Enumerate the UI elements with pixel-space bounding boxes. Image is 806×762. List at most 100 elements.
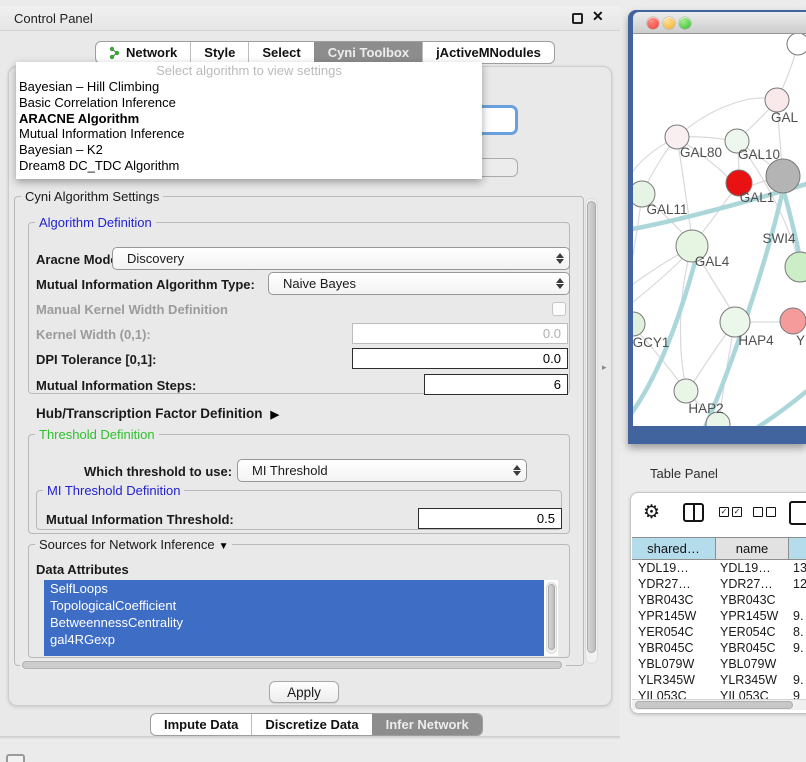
cell-value[interactable]: [789, 656, 806, 672]
tab-discretize-data[interactable]: Discretize Data: [251, 714, 371, 735]
cell-name[interactable]: YPR145W: [716, 608, 789, 624]
table-row[interactable]: YDR27…YDR27…12: [632, 576, 806, 592]
network-edge[interactable]: [681, 246, 692, 382]
hub-definition-toggle[interactable]: Hub/Transcription Factor Definition▶: [36, 406, 279, 421]
network-view-window[interactable]: GALGAL80GAL10GAL1GAL11GAL4SWI4HAP4YGCY1H…: [628, 10, 806, 444]
tab-network[interactable]: Network: [96, 42, 190, 63]
table-row[interactable]: YDL19…YDL19…13: [632, 560, 806, 576]
network-node-node-gray[interactable]: [766, 159, 800, 193]
settings-hscrollbar[interactable]: [20, 660, 566, 670]
table-settings-gear-icon[interactable]: ⚙: [643, 501, 660, 524]
cell-name[interactable]: YBR043C: [716, 592, 789, 608]
cell-value[interactable]: [789, 592, 806, 608]
cell-name[interactable]: YBR045C: [716, 640, 789, 656]
tab-infer-network[interactable]: Infer Network: [372, 714, 482, 735]
network-edge[interactable]: [747, 386, 806, 426]
cell-shared-name[interactable]: YDL19…: [632, 560, 716, 576]
cell-shared-name[interactable]: YBR043C: [632, 592, 716, 608]
dropdown-item-basic-correlation[interactable]: Basic Correlation Inference: [16, 95, 482, 111]
cell-shared-name[interactable]: YPR145W: [632, 608, 716, 624]
network-edge[interactable]: [703, 190, 783, 426]
table-row[interactable]: YER054CYER054C8.: [632, 624, 806, 640]
aracne-mode-combobox[interactable]: Discovery: [112, 247, 570, 270]
mi-algorithm-type-combobox[interactable]: Naive Bayes: [268, 272, 570, 295]
corner-dock-icon[interactable]: [6, 754, 25, 762]
tab-style[interactable]: Style: [190, 42, 248, 63]
export-table-icon[interactable]: [789, 501, 806, 525]
cell-value[interactable]: 9.: [789, 608, 806, 624]
cell-shared-name[interactable]: YER054C: [632, 624, 716, 640]
which-threshold-combobox[interactable]: MI Threshold: [237, 459, 527, 482]
attribute-item-topologicalcoefficient[interactable]: TopologicalCoefficient: [44, 597, 544, 614]
close-window-button[interactable]: [647, 17, 659, 29]
cell-value[interactable]: 9.: [789, 672, 806, 688]
table-hscrollbar[interactable]: [632, 699, 806, 710]
mi-threshold-field[interactable]: 0.5: [418, 508, 562, 529]
table-row[interactable]: YPR145WYPR145W9.: [632, 608, 806, 624]
attributes-scrollbar[interactable]: [546, 582, 557, 654]
table-row[interactable]: YBL079WYBL079W: [632, 656, 806, 672]
tab-impute-data[interactable]: Impute Data: [151, 714, 251, 735]
cell-name[interactable]: YDL19…: [716, 560, 789, 576]
network-node-GAL[interactable]: [765, 88, 789, 112]
column-header-name[interactable]: name: [716, 538, 789, 559]
cell-name[interactable]: YER054C: [716, 624, 789, 640]
hide-columns-icon[interactable]: [753, 507, 776, 517]
cell-value[interactable]: 8.: [789, 624, 806, 640]
dropdown-item-bayesian-k2[interactable]: Bayesian – K2: [16, 142, 482, 158]
cell-shared-name[interactable]: YLR345W: [632, 672, 716, 688]
apply-button[interactable]: Apply: [269, 681, 339, 703]
network-node-node-top[interactable]: [787, 34, 806, 55]
cell-value[interactable]: 13: [789, 560, 806, 576]
tab-cyni-toolbox[interactable]: Cyni Toolbox: [314, 42, 422, 63]
column-header-shared-name[interactable]: shared…: [632, 538, 716, 559]
dropdown-item-dream8[interactable]: Dream8 DC_TDC Algorithm: [16, 158, 482, 174]
cell-shared-name[interactable]: YIL053C: [632, 688, 716, 699]
dropdown-item-aracne[interactable]: ARACNE Algorithm: [16, 111, 482, 127]
cell-value[interactable]: 12: [789, 576, 806, 592]
table-row[interactable]: YBR045CYBR045C9.: [632, 640, 806, 656]
attribute-item-partial[interactable]: [44, 648, 544, 656]
settings-scrollbar-thumb[interactable]: [587, 201, 596, 653]
table-hscrollbar-thumb[interactable]: [635, 701, 793, 709]
cell-shared-name[interactable]: YBL079W: [632, 656, 716, 672]
float-panel-icon[interactable]: [572, 13, 583, 24]
dropdown-item-bayesian-hill-climbing[interactable]: Bayesian – Hill Climbing: [16, 79, 482, 95]
network-node-node-salmon[interactable]: [780, 308, 806, 334]
cell-name[interactable]: YDR27…: [716, 576, 789, 592]
column-header-clipped[interactable]: A: [789, 538, 806, 559]
close-panel-icon[interactable]: ✕: [592, 8, 604, 25]
attribute-item-selfloops[interactable]: SelfLoops: [44, 580, 544, 597]
network-node-SWI4[interactable]: [785, 252, 806, 282]
cell-value[interactable]: 9: [789, 688, 806, 699]
cell-shared-name[interactable]: YDR27…: [632, 576, 716, 592]
show-columns-icon[interactable]: ✓ ✓: [719, 507, 742, 517]
tab-select[interactable]: Select: [248, 42, 313, 63]
zoom-window-button[interactable]: [679, 17, 691, 29]
minimize-window-button[interactable]: [663, 17, 675, 29]
table-row[interactable]: YLR345WYLR345W9.: [632, 672, 806, 688]
cell-shared-name[interactable]: YBR045C: [632, 640, 716, 656]
network-node-HAP2[interactable]: [674, 379, 698, 403]
split-columns-icon[interactable]: [683, 503, 704, 522]
mi-steps-field[interactable]: 6: [424, 374, 568, 395]
sources-title[interactable]: Sources for Network Inference▼: [35, 537, 232, 552]
kernel-width-field[interactable]: 0.0: [352, 323, 568, 344]
cell-value[interactable]: 9.: [789, 640, 806, 656]
cell-name[interactable]: YIL053C: [716, 688, 789, 699]
network-window-titlebar[interactable]: [633, 12, 806, 34]
attribute-item-gal4rgexp[interactable]: gal4RGexp: [44, 631, 544, 648]
table-row[interactable]: YBR043CYBR043C: [632, 592, 806, 608]
network-node-GCY1[interactable]: [633, 312, 645, 336]
attribute-item-betweennesscentrality[interactable]: BetweennessCentrality: [44, 614, 544, 631]
dpi-tolerance-field[interactable]: 0.0: [352, 348, 568, 369]
table-row[interactable]: YIL053CYIL053C9: [632, 688, 806, 699]
cell-name[interactable]: YBL079W: [716, 656, 789, 672]
panel-divider-arrow-icon[interactable]: ▸: [602, 362, 607, 373]
settings-hscrollbar-thumb[interactable]: [22, 661, 562, 669]
attributes-scrollbar-thumb[interactable]: [548, 584, 555, 650]
manual-kernel-checkbox[interactable]: [552, 302, 566, 316]
settings-scrollbar[interactable]: [585, 198, 598, 664]
tab-jactivemnodules[interactable]: jActiveMNodules: [422, 42, 554, 63]
dropdown-item-mutual-information[interactable]: Mutual Information Inference: [16, 126, 482, 142]
